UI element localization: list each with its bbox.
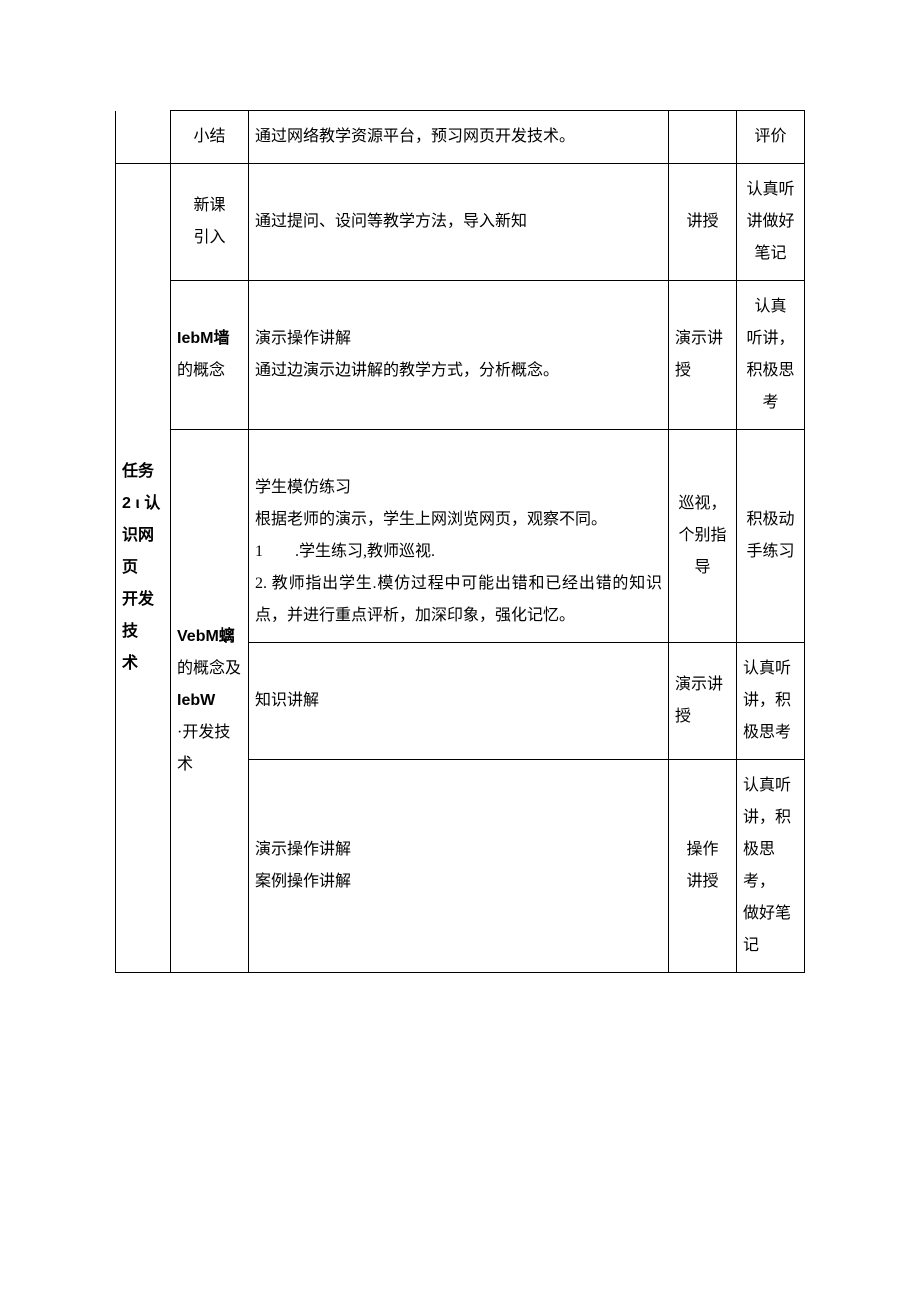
text-line: IebM墙 [177,330,229,347]
text-line: 演示操作讲解 [255,330,351,347]
section-title-line: 术 [122,655,138,672]
text-line: IebW [177,692,215,709]
text-line: 通过边演示边讲解的教学方式，分析概念。 [255,362,559,379]
text-line: 讲做好 [746,213,794,230]
text-line: 笔记 [754,245,786,262]
lesson-table: 小结 通过网络教学资源平台，预习网页开发技术。 评价 任务 2 ι 认 识网页 … [115,110,805,973]
text-line: 新课 [193,197,225,214]
table-row: 小结 通过网络教学资源平台，预习网页开发技术。 评价 [116,111,805,164]
text-line: 听讲， [746,330,794,347]
text-line: 记 [743,937,759,954]
cell-method: 讲授 [669,164,737,281]
text-line: 知识讲解 [255,692,319,709]
text-line: 2. 教师指出学生.模仿过程中可能出错和已经出错的知识点，并进行重点评析，加深印… [255,575,662,624]
text-line: 操作 [686,841,718,858]
text-line: 学生模仿练习 [255,479,351,496]
cell-subtopic: VebM螭 的概念及 IebW ·开发技 术 [171,430,249,973]
text-line: 授 [675,708,691,725]
text-line: 个别指 [678,527,726,544]
text-line: 导 [694,559,710,576]
cell-content: 学生模仿练习 根据老师的演示，学生上网浏览网页，观察不同。 1.学生练习,教师巡… [249,430,669,643]
cell-student: 认真听 讲做好 笔记 [737,164,805,281]
text-line: 演示操作讲解 [255,841,351,858]
cell-content: 演示操作讲解 案例操作讲解 [249,760,669,973]
text-line: 认真听 [746,181,794,198]
section-title-line: 2 ι 认 [122,495,160,512]
text-line: 演示讲 [675,676,723,693]
text-line: 积极思 [746,362,794,379]
text-line: 演示讲 [675,330,723,347]
cell-student: 积极动 手练习 [737,430,805,643]
cell-subtopic: 新课 引入 [171,164,249,281]
text-line: 极思 [743,841,775,858]
text-line: 认真听 [743,660,791,677]
cell-student: 评价 [737,111,805,164]
table-row: 任务 2 ι 认 识网页 开发技 术 新课 引入 通过提问、设问等教学方法，导入… [116,164,805,281]
text-line: 讲，积 [743,809,791,826]
text-line: 手练习 [746,543,794,560]
text-line: 讲，积 [743,692,791,709]
cell-content: 演示操作讲解 通过边演示边讲解的教学方式，分析概念。 [249,281,669,430]
text-line: 认真听 [743,777,791,794]
text-line: 积极动 [746,511,794,528]
cell-method: 演示讲 授 [669,643,737,760]
text-line: 做好笔 [743,905,791,922]
text-line: 案例操作讲解 [255,873,351,890]
text-line: 1.学生练习,教师巡视. [255,543,435,560]
text-line: 引入 [193,229,225,246]
document-page: 小结 通过网络教学资源平台，预习网页开发技术。 评价 任务 2 ι 认 识网页 … [0,0,920,1033]
text-line: 的概念及 [177,660,241,677]
cell-empty [116,111,171,164]
cell-subtopic: 小结 [171,111,249,164]
text-line: 授 [675,362,691,379]
text-line: 巡视， [678,495,726,512]
cell-content: 知识讲解 [249,643,669,760]
text-line: ·开发技 [177,724,230,741]
cell-method: 演示讲 授 [669,281,737,430]
text-line: 极思考 [743,724,791,741]
text-line: 认真 [754,298,786,315]
text-line: VebM螭 [177,628,235,645]
cell-student: 认真 听讲， 积极思 考 [737,281,805,430]
section-title-line: 识网页 [122,527,154,576]
table-row: VebM螭 的概念及 IebW ·开发技 术 学生模仿练习 根据老师的演示，学生… [116,430,805,643]
text-line: 根据老师的演示，学生上网浏览网页，观察不同。 [255,511,607,528]
table-row: IebM墙 的概念 演示操作讲解 通过边演示边讲解的教学方式，分析概念。 演示讲… [116,281,805,430]
cell-method [669,111,737,164]
cell-method: 操作 讲授 [669,760,737,973]
cell-section-title: 任务 2 ι 认 识网页 开发技 术 [116,164,171,973]
cell-method: 巡视， 个别指 导 [669,430,737,643]
cell-student: 认真听 讲，积 极思考 [737,643,805,760]
section-title-line: 开发技 [122,591,154,640]
cell-content: 通过提问、设问等教学方法，导入新知 [249,164,669,281]
text-line: 的概念 [177,362,225,379]
text-line: 考， [743,873,775,890]
text-line: 考 [762,394,778,411]
cell-student: 认真听 讲，积 极思 考， 做好笔 记 [737,760,805,973]
cell-subtopic: IebM墙 的概念 [171,281,249,430]
text-line: 术 [177,756,193,773]
cell-content: 通过网络教学资源平台，预习网页开发技术。 [249,111,669,164]
section-title-line: 任务 [122,463,154,480]
text-line: 讲授 [686,873,718,890]
